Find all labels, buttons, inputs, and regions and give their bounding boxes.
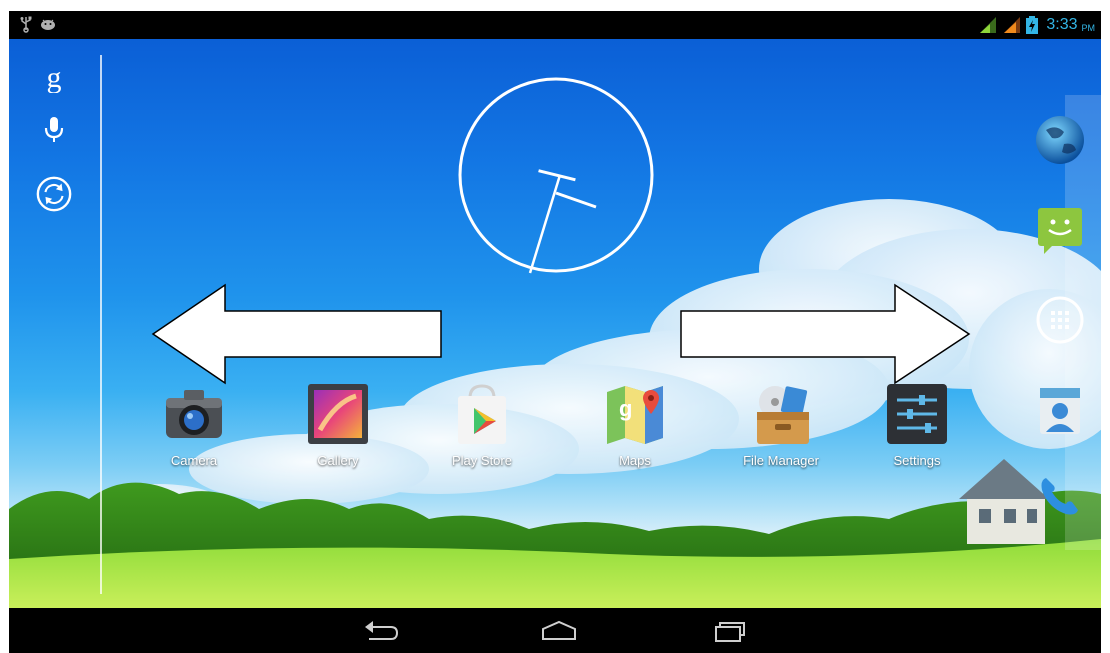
navigation-bar [9, 608, 1101, 653]
app-label: Play Store [452, 453, 512, 468]
search-rail: g [9, 39, 101, 594]
hour-hand [555, 191, 597, 209]
app-label: File Manager [743, 453, 819, 468]
maps-icon: g [607, 386, 663, 444]
status-bar: 3:33 PM [9, 11, 1101, 39]
google-search-icon[interactable]: g [35, 59, 73, 97]
camera-icon [166, 390, 222, 438]
rail-divider [100, 55, 102, 594]
file-manager-icon [757, 386, 809, 444]
app-label: Gallery [317, 453, 359, 468]
sync-icon[interactable] [35, 175, 73, 213]
app-label: Maps [619, 453, 651, 468]
svg-text:g: g [619, 396, 632, 421]
android-debug-icon [41, 19, 55, 30]
back-button[interactable] [357, 616, 405, 646]
microphone-icon[interactable] [35, 111, 73, 149]
swipe-right-arrow [680, 283, 971, 385]
clock-ampm: PM [1081, 22, 1096, 33]
app-play-store[interactable]: Play Store [432, 382, 532, 472]
browser-icon[interactable] [1034, 114, 1086, 166]
app-gallery[interactable]: Gallery [288, 382, 388, 472]
home-screen[interactable]: g Camera Gallery Play Store g Maps File … [9, 39, 1101, 608]
recent-apps-icon [715, 622, 745, 642]
all-apps-icon[interactable] [1034, 294, 1086, 346]
minute-hand [528, 174, 562, 274]
settings-icon [887, 384, 947, 444]
status-icons: 3:33 PM [978, 11, 1095, 39]
usb-icon [20, 16, 32, 33]
device-screen: 3:33 PM g Camera Gallery Play Store g Ma… [0, 0, 1110, 653]
app-label: Settings [893, 453, 941, 468]
home-button[interactable] [535, 616, 583, 646]
battery-charging-icon [1026, 16, 1039, 34]
play-store-icon [458, 384, 506, 444]
home-icon [542, 620, 576, 640]
analog-clock-widget[interactable] [456, 75, 656, 275]
app-label: Camera [170, 453, 218, 468]
signal-icon-2 [1004, 17, 1021, 33]
clock-time: 3:33 [1046, 16, 1078, 33]
messaging-icon[interactable] [1034, 204, 1086, 256]
swipe-left-arrow [151, 283, 442, 385]
recent-apps-button[interactable] [705, 616, 753, 646]
app-maps[interactable]: g Maps [585, 382, 685, 472]
app-file-manager[interactable]: File Manager [731, 382, 831, 472]
phone-icon[interactable] [1034, 470, 1086, 522]
gallery-icon [308, 384, 368, 444]
app-camera[interactable]: Camera [144, 382, 244, 472]
app-settings[interactable]: Settings [867, 382, 967, 472]
svg-text:g: g [47, 63, 62, 93]
contacts-icon[interactable] [1034, 384, 1086, 436]
back-icon [365, 621, 399, 640]
signal-icon-1 [980, 17, 997, 33]
